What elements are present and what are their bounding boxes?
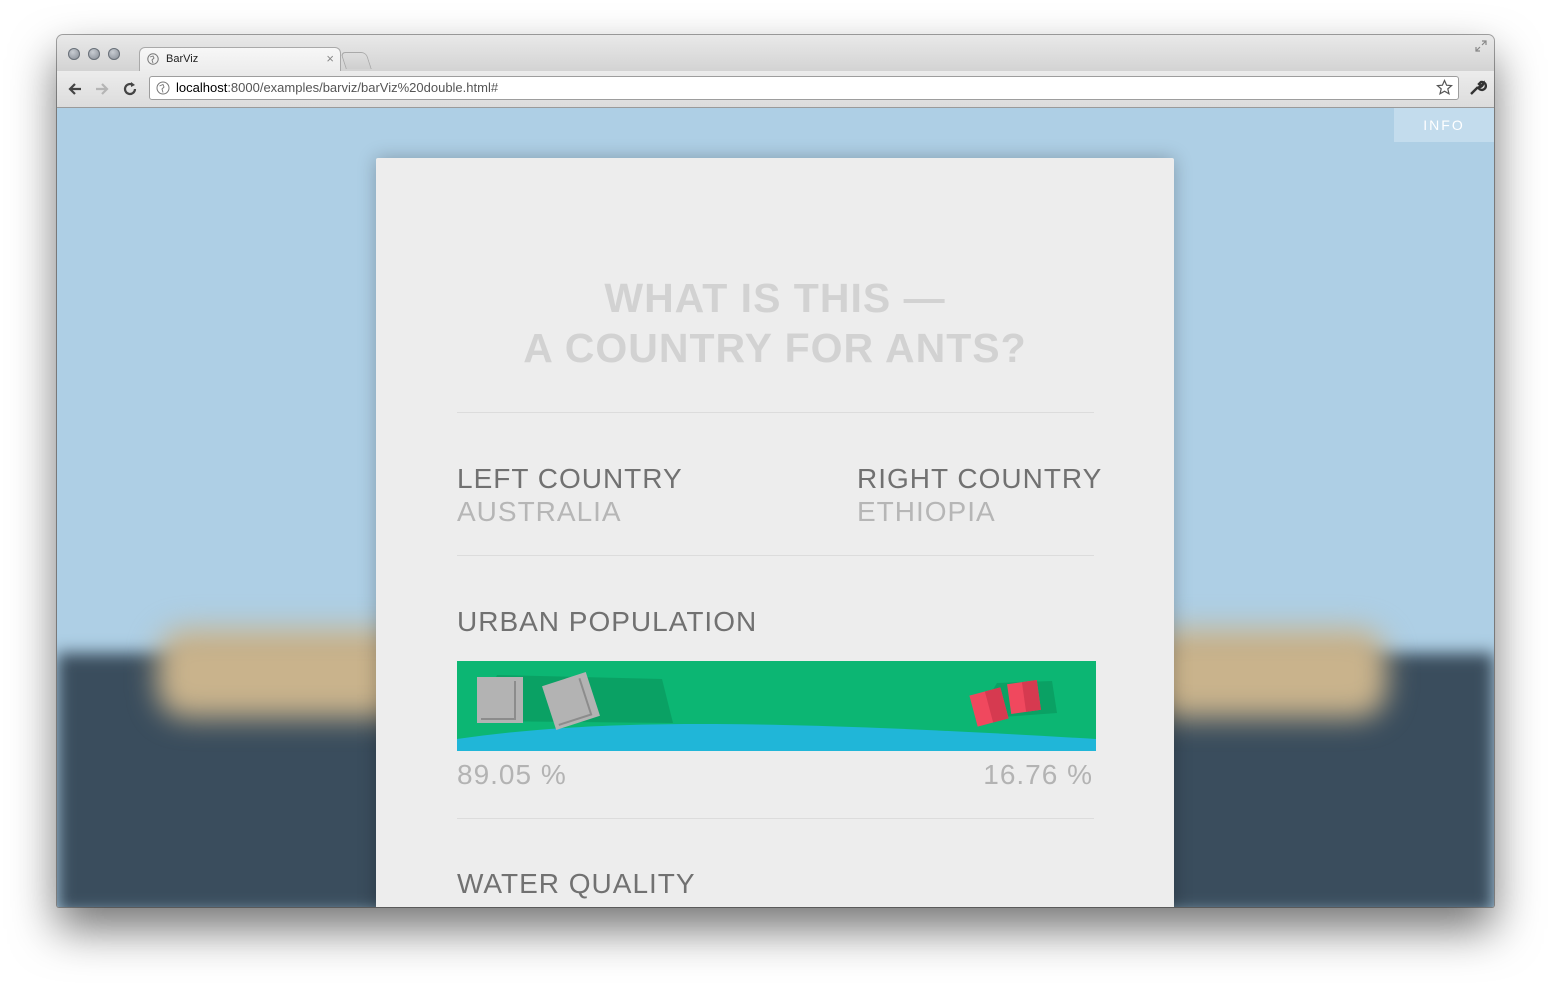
headline-line-2: A COUNTRY FOR ANTS? <box>523 325 1027 371</box>
reload-icon[interactable] <box>119 78 141 100</box>
left-country-heading: LEFT COUNTRY <box>457 463 683 494</box>
globe-icon <box>147 53 159 65</box>
urban-population-illustration <box>457 661 1096 751</box>
right-country-name[interactable]: ETHIOPIA <box>857 496 996 528</box>
info-button[interactable]: INFO <box>1394 108 1494 142</box>
url-path: :8000/examples/barviz/barViz%20double.ht… <box>227 80 499 95</box>
url-host: localhost <box>176 80 228 95</box>
close-window-button[interactable] <box>68 48 80 60</box>
urban-population-bar <box>457 661 1096 751</box>
tab-title: BarViz <box>166 53 199 65</box>
forward-arrow-icon[interactable] <box>91 78 113 100</box>
background-boat-right <box>1147 628 1387 718</box>
title-bar: BarViz × <box>57 35 1494 72</box>
fullscreen-icon[interactable] <box>1474 39 1488 53</box>
page-viewport: INFO WHAT IS THIS — A COUNTRY FOR ANTS? … <box>57 108 1494 907</box>
metric-title: URBAN POPULATION <box>457 606 758 637</box>
left-country-name[interactable]: AUSTRALIA <box>457 496 622 528</box>
divider <box>457 555 1094 556</box>
close-tab-icon[interactable]: × <box>326 51 334 66</box>
headline-line-1: WHAT IS THIS — <box>604 275 946 321</box>
divider <box>457 412 1094 413</box>
bookmark-star-icon[interactable] <box>1436 79 1453 96</box>
divider <box>457 818 1094 819</box>
browser-toolbar: localhost:8000/examples/barviz/barViz%20… <box>57 71 1494 108</box>
zoom-window-button[interactable] <box>108 48 120 60</box>
right-country-heading: RIGHT COUNTRY <box>857 463 1103 494</box>
tab-barviz[interactable]: BarViz × <box>139 47 341 72</box>
wrench-icon[interactable] <box>1467 78 1487 98</box>
content-card: WHAT IS THIS — A COUNTRY FOR ANTS? LEFT … <box>376 158 1174 907</box>
left-value: 89.05 % <box>457 759 567 790</box>
new-tab-button[interactable] <box>340 52 372 69</box>
browser-window: BarViz × localhost:8000/examples/barviz/… <box>57 35 1494 907</box>
minimize-window-button[interactable] <box>88 48 100 60</box>
metric-title: WATER QUALITY <box>457 868 696 899</box>
back-arrow-icon[interactable] <box>65 78 87 100</box>
right-value: 16.76 % <box>983 759 1093 790</box>
address-bar[interactable]: localhost:8000/examples/barviz/barViz%20… <box>149 76 1459 100</box>
page-headline: WHAT IS THIS — A COUNTRY FOR ANTS? <box>376 273 1174 373</box>
url-text: localhost:8000/examples/barviz/barViz%20… <box>176 80 498 95</box>
page-globe-icon <box>156 81 170 95</box>
